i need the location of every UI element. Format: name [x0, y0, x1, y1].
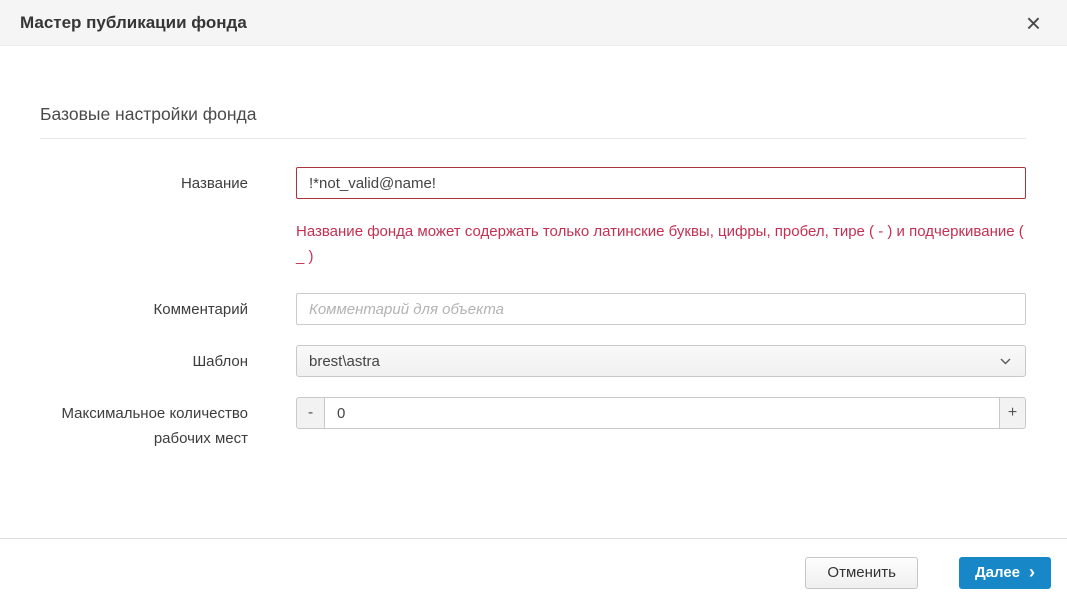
name-input[interactable] [296, 167, 1026, 199]
close-icon[interactable]: × [1020, 10, 1047, 36]
max-workplaces-label: Максимальное количество рабочих мест [40, 397, 248, 451]
name-field-row: Название [40, 167, 1026, 199]
dialog-footer: Отменить Далее › [0, 538, 1067, 606]
comment-field-row: Комментарий [40, 293, 1026, 325]
cancel-button[interactable]: Отменить [805, 557, 918, 589]
next-button[interactable]: Далее › [959, 557, 1051, 589]
template-select[interactable]: brest\astra [296, 345, 1026, 377]
increment-button[interactable]: + [999, 397, 1026, 429]
max-workplaces-stepper: - + [296, 397, 1026, 429]
template-selected-value: brest\astra [309, 353, 380, 370]
chevron-right-icon: › [1029, 563, 1035, 583]
template-label: Шаблон [40, 345, 248, 374]
decrement-button[interactable]: - [296, 397, 325, 429]
name-validation-error: Название фонда может содержать только ла… [296, 219, 1026, 269]
dialog-title: Мастер публикации фонда [20, 13, 247, 33]
section-divider [40, 138, 1026, 139]
dialog-header: Мастер публикации фонда × [0, 0, 1067, 46]
comment-label: Комментарий [40, 293, 248, 322]
next-button-label: Далее [975, 564, 1020, 581]
fund-publication-wizard-dialog: Мастер публикации фонда × Базовые настро… [0, 0, 1067, 606]
comment-input[interactable] [296, 293, 1026, 325]
dialog-body: Базовые настройки фонда Название Названи… [0, 46, 1067, 451]
section-title: Базовые настройки фонда [40, 104, 1026, 125]
template-field-row: Шаблон brest\astra [40, 345, 1026, 377]
max-workplaces-field-row: Максимальное количество рабочих мест - + [40, 397, 1026, 451]
name-label: Название [40, 167, 248, 196]
max-workplaces-input[interactable] [325, 397, 999, 429]
chevron-down-icon [1000, 358, 1011, 365]
